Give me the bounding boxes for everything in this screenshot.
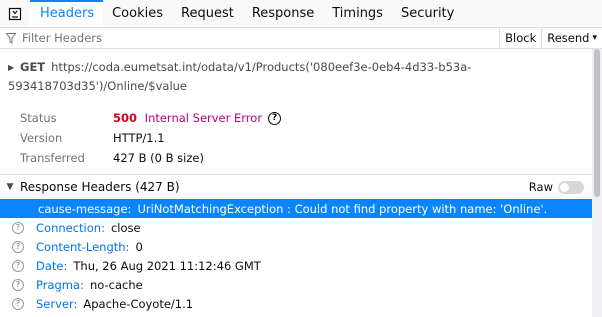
vertical-scrollbar[interactable] bbox=[592, 49, 602, 317]
status-code: 500 bbox=[113, 111, 138, 125]
request-url: https://coda.eumetsat.int/odata/v1/Produ… bbox=[8, 60, 472, 93]
tab-label: Request bbox=[181, 6, 234, 21]
collapse-arrow-icon[interactable]: ▼ bbox=[0, 182, 20, 192]
header-name: Connection: bbox=[36, 220, 105, 235]
version-value: HTTP/1.1 bbox=[113, 131, 165, 145]
block-button-label: Block bbox=[505, 31, 537, 45]
header-row[interactable]: ? Content-Length: 0 bbox=[0, 237, 592, 256]
tab-label: Headers bbox=[40, 6, 95, 21]
status-row: Status 500 Internal Server Error ? bbox=[20, 108, 580, 128]
header-value: Thu, 26 Aug 2021 11:12:46 GMT bbox=[73, 258, 261, 273]
response-headers-title: Response Headers (427 B) bbox=[20, 179, 180, 194]
tab-label: Timings bbox=[332, 6, 383, 21]
help-icon[interactable]: ? bbox=[12, 278, 24, 291]
transferred-value: 427 B (0 B size) bbox=[113, 151, 204, 165]
header-value: UriNotMatchingException : Could not find… bbox=[137, 201, 548, 216]
help-icon[interactable]: ? bbox=[268, 111, 282, 125]
help-icon[interactable]: ? bbox=[12, 240, 24, 253]
resend-button[interactable]: Resend ▾ bbox=[541, 27, 602, 49]
help-icon[interactable]: ? bbox=[12, 259, 24, 272]
help-icon-wrap[interactable]: ? bbox=[0, 278, 36, 291]
help-icon-wrap[interactable]: ? bbox=[0, 259, 36, 272]
request-method: GET bbox=[20, 60, 46, 74]
tab-cookies[interactable]: Cookies bbox=[103, 0, 172, 27]
header-name: Server: bbox=[36, 296, 78, 311]
help-icon-wrap[interactable]: ? bbox=[0, 297, 36, 310]
status-value: 500 Internal Server Error bbox=[113, 111, 262, 125]
header-value: close bbox=[110, 220, 141, 235]
tab-response[interactable]: Response bbox=[243, 0, 323, 27]
block-button[interactable]: Block bbox=[499, 27, 541, 49]
header-value: 0 bbox=[135, 239, 143, 254]
tab-label: Response bbox=[251, 6, 315, 21]
transferred-row: Transferred 427 B (0 B size) bbox=[20, 148, 580, 168]
tab-timings[interactable]: Timings bbox=[323, 0, 392, 27]
transferred-label: Transferred bbox=[20, 151, 85, 165]
chevron-down-icon: ▾ bbox=[592, 33, 597, 43]
sidebar-toggle-icon[interactable] bbox=[0, 0, 30, 27]
response-headers-heading[interactable]: ▼ Response Headers (427 B) Raw bbox=[0, 174, 592, 198]
request-line[interactable]: ▶ GET https://coda.eumetsat.int/odata/v1/P… bbox=[8, 58, 596, 96]
status-label: Status bbox=[20, 111, 57, 125]
raw-label: Raw bbox=[528, 180, 553, 194]
scrollbar-thumb[interactable] bbox=[594, 49, 600, 197]
header-row[interactable]: ? Date: Thu, 26 Aug 2021 11:12:46 GMT bbox=[0, 256, 592, 275]
help-icon[interactable]: ? bbox=[12, 221, 24, 234]
header-name: Pragma: bbox=[36, 277, 84, 292]
tab-label: Security bbox=[400, 6, 455, 21]
header-row[interactable]: ? Connection: close bbox=[0, 218, 592, 237]
summary-section: Status 500 Internal Server Error ? Versi… bbox=[20, 108, 580, 168]
header-row[interactable]: cause-message: UriNotMatchingException :… bbox=[0, 199, 592, 218]
tab-headers[interactable]: Headers bbox=[30, 0, 104, 27]
version-label: Version bbox=[20, 131, 63, 145]
tab-request[interactable]: Request bbox=[172, 0, 243, 27]
filter-headers-input[interactable] bbox=[22, 28, 500, 48]
expand-arrow-icon[interactable]: ▶ bbox=[8, 58, 20, 77]
resend-button-label: Resend bbox=[547, 31, 590, 45]
tab-security[interactable]: Security bbox=[392, 0, 463, 27]
tab-label: Cookies bbox=[112, 6, 164, 21]
help-icon[interactable]: ? bbox=[12, 297, 24, 310]
help-icon-wrap[interactable]: ? bbox=[0, 221, 36, 234]
header-value: Apache-Coyote/1.1 bbox=[83, 296, 194, 311]
response-headers-list: cause-message: UriNotMatchingException :… bbox=[0, 199, 592, 313]
header-row[interactable]: ? Pragma: no-cache bbox=[0, 275, 592, 294]
status-text: Internal Server Error bbox=[144, 111, 263, 125]
raw-switch[interactable] bbox=[558, 180, 584, 194]
header-name: cause-message: bbox=[38, 201, 132, 216]
filter-icon bbox=[0, 32, 22, 44]
filter-toolbar: Block Resend ▾ bbox=[0, 27, 602, 49]
header-row[interactable]: ? Server: Apache-Coyote/1.1 bbox=[0, 294, 592, 313]
raw-toggle[interactable]: Raw bbox=[529, 180, 584, 194]
header-value: no-cache bbox=[89, 277, 143, 292]
version-row: Version HTTP/1.1 bbox=[20, 128, 580, 148]
header-name: Content-Length: bbox=[36, 239, 130, 254]
help-icon-wrap[interactable]: ? bbox=[0, 240, 36, 253]
header-name: Date: bbox=[36, 258, 68, 273]
panel-tab-bar: Headers Cookies Request Response Timings… bbox=[0, 0, 602, 28]
